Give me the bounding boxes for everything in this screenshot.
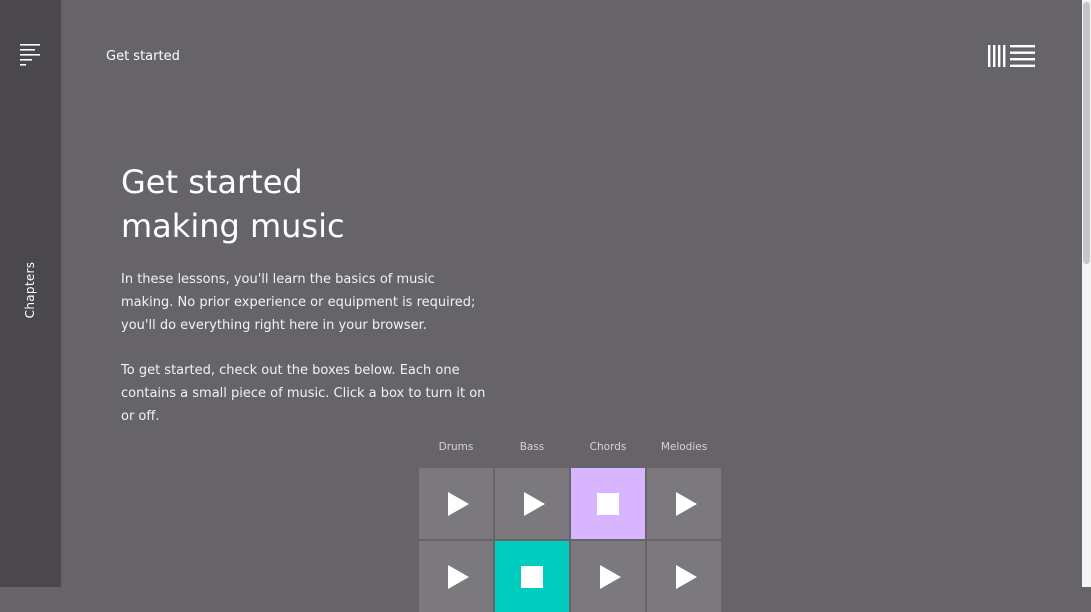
chapters-toggle[interactable]: Chapters [23,262,37,319]
main-heading: Get started making music [121,160,521,248]
column-label-drums: Drums [438,441,474,453]
play-icon [600,564,621,589]
pad-bass-2[interactable] [495,541,569,612]
pad-drums-2[interactable] [419,541,493,612]
column-label-chords: Chords [589,441,627,453]
pad-drums-1[interactable] [419,468,493,539]
play-icon [524,491,545,516]
pad-chords-1[interactable] [571,468,645,539]
pad-bass-1[interactable] [495,468,569,539]
play-icon [448,491,469,516]
instructions-paragraph: To get started, check out the boxes belo… [121,363,486,424]
pad-melodies-2[interactable] [647,541,721,612]
page-title: Get started [106,49,180,64]
scrollbar-thumb[interactable] [1083,2,1090,264]
play-icon [448,564,469,589]
heading-line-1: Get started [121,163,303,201]
heading-line-2: making music [121,207,345,245]
sidebar: Chapters [0,0,61,587]
page-scrollbar[interactable] [1082,0,1091,587]
pad-melodies-1[interactable] [647,468,721,539]
pad-chords-2[interactable] [571,541,645,612]
column-label-bass: Bass [519,441,545,453]
stop-icon [597,492,619,515]
intro-paragraph: In these lessons, you'll learn the basic… [121,272,476,333]
menu-icon[interactable] [20,44,40,66]
column-label-melodies: Melodies [660,441,708,453]
ableton-logo-icon[interactable] [988,45,1035,67]
stop-icon [521,565,543,588]
play-icon [676,491,697,516]
play-icon [676,564,697,589]
main-content: Get started Get started making music In … [61,0,1082,612]
